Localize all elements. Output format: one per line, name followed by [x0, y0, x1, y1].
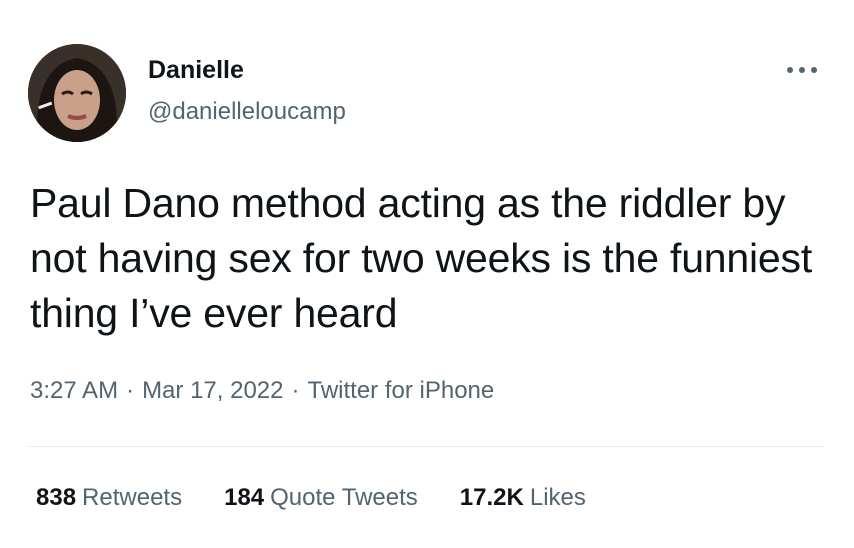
likes-label: Likes [529, 484, 586, 511]
likes-count: 17.2K [459, 484, 524, 511]
meta-separator: · [126, 377, 135, 404]
more-horizontal-icon [787, 67, 817, 73]
retweets-count: 838 [36, 484, 77, 511]
retweets-stat[interactable]: 838 Retweets [36, 484, 182, 512]
tweet-text: Paul Dano method acting as the riddler b… [30, 180, 813, 336]
tweet-meta: 3:27 AM · Mar 17, 2022 · Twitter for iPhone [30, 377, 494, 405]
tweet-stats: 838 Retweets 184 Quote Tweets 17.2K Likes [36, 484, 586, 512]
author-handle[interactable]: @danielleloucamp [148, 98, 346, 126]
author-display-name[interactable]: Danielle [148, 56, 244, 85]
retweets-label: Retweets [82, 484, 183, 511]
avatar-image [28, 44, 126, 142]
quote-tweets-stat[interactable]: 184 Quote Tweets [224, 484, 418, 512]
more-options-button[interactable] [782, 60, 822, 80]
quote-tweets-label: Quote Tweets [270, 484, 418, 511]
tweet-card: Danielle @danielleloucamp Paul Dano meth… [0, 0, 854, 548]
divider [28, 446, 824, 447]
avatar[interactable] [28, 44, 126, 142]
tweet-time[interactable]: 3:27 AM [30, 377, 118, 404]
likes-stat[interactable]: 17.2K Likes [460, 484, 586, 512]
tweet-source[interactable]: Twitter for iPhone [307, 377, 494, 404]
tweet-date[interactable]: Mar 17, 2022 [142, 377, 283, 404]
meta-separator: · [291, 377, 300, 404]
quote-tweets-count: 184 [224, 484, 265, 511]
